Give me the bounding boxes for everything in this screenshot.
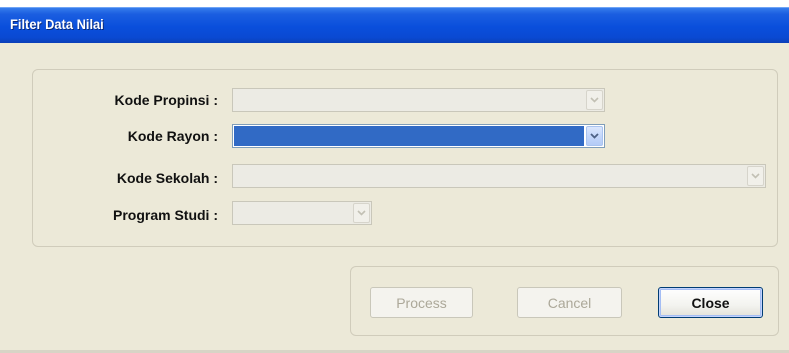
label-kode-propinsi: Kode Propinsi :: [114, 92, 218, 108]
process-button[interactable]: Process: [370, 287, 473, 318]
kode-rayon-dropdown-button[interactable]: [586, 126, 603, 146]
filter-dialog: Filter Data Nilai Kode Propinsi : Kode R…: [0, 0, 789, 353]
window-title: Filter Data Nilai: [10, 16, 104, 32]
kode-rayon-value: [234, 126, 584, 146]
chevron-down-icon: [590, 133, 599, 139]
program-studi-combo: [232, 201, 372, 225]
kode-propinsi-combo: [232, 88, 605, 112]
kode-rayon-combo[interactable]: [232, 124, 605, 148]
chevron-down-icon: [751, 173, 760, 179]
kode-propinsi-dropdown-button: [586, 90, 603, 110]
kode-sekolah-dropdown-button: [747, 166, 764, 186]
label-program-studi: Program Studi :: [112, 207, 218, 223]
program-studi-value: [234, 203, 351, 223]
close-button[interactable]: Close: [658, 287, 763, 318]
chevron-down-icon: [357, 210, 366, 216]
chevron-down-icon: [590, 97, 599, 103]
kode-sekolah-combo: [232, 164, 766, 188]
kode-propinsi-value: [234, 90, 584, 110]
cancel-button[interactable]: Cancel: [517, 287, 622, 318]
kode-sekolah-value: [234, 166, 745, 186]
top-strip: [0, 0, 789, 7]
label-kode-rayon: Kode Rayon :: [127, 128, 218, 144]
label-kode-sekolah: Kode Sekolah :: [116, 170, 218, 186]
program-studi-dropdown-button: [353, 203, 370, 223]
title-bar[interactable]: Filter Data Nilai: [0, 7, 789, 43]
